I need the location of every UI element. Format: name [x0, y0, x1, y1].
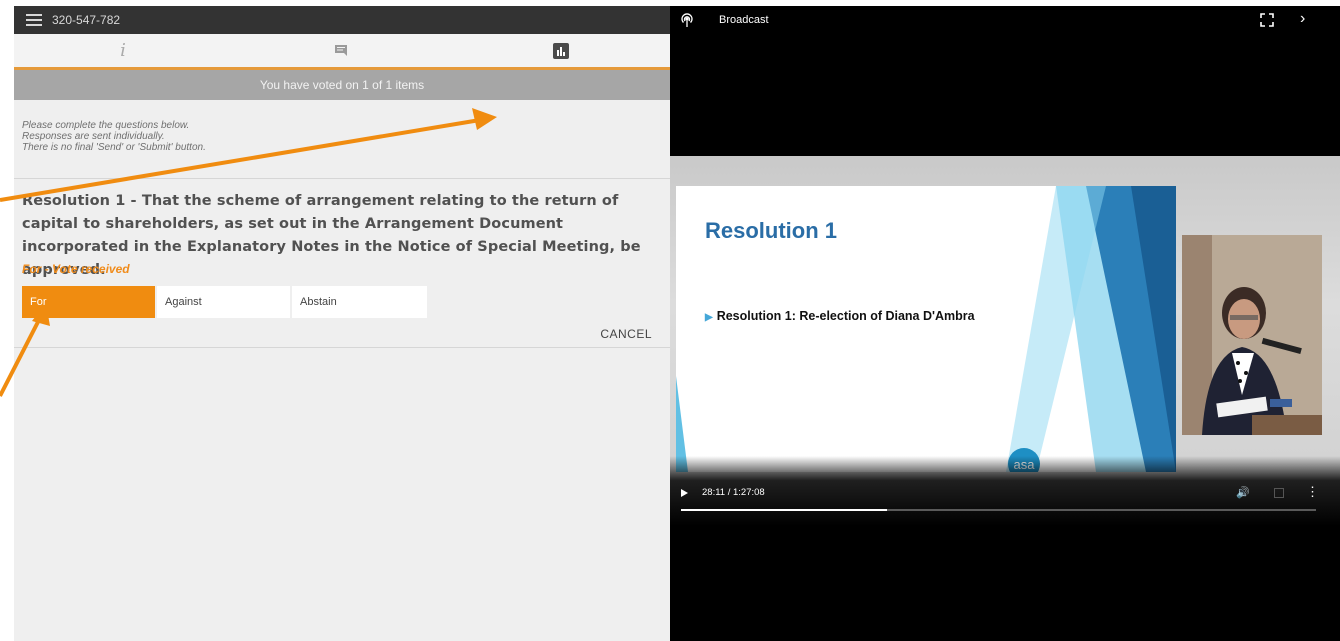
broadcast-icon — [681, 13, 693, 27]
tab-bar: i — [14, 34, 670, 70]
presentation-slide: Resolution 1 ▶ Resolution 1: Re-election … — [676, 186, 1176, 472]
top-bar: 320-547-782 — [14, 6, 670, 34]
instruction-line: Responses are sent individually. — [22, 131, 165, 142]
divider — [14, 347, 670, 348]
info-icon: i — [120, 40, 126, 61]
broadcast-header: Broadcast › — [670, 6, 1340, 34]
vote-option-for[interactable]: For — [22, 286, 157, 318]
slide-bullet: ▶ Resolution 1: Re-election of Diana D'Am… — [705, 309, 975, 323]
slide-title: Resolution 1 — [705, 218, 838, 243]
tab-questions[interactable] — [233, 34, 451, 67]
bullet-arrow-icon: ▶ — [705, 312, 713, 323]
vote-option-abstain[interactable]: Abstain — [292, 286, 427, 318]
voting-panel: 320-547-782 i You have voted on 1 of 1 i… — [14, 6, 670, 641]
instruction-line: Please complete the questions below. — [22, 120, 190, 131]
volume-icon[interactable]: 🔊 — [1236, 486, 1250, 499]
video-player[interactable]: Resolution 1 ▶ Resolution 1: Re-election … — [670, 156, 1340, 526]
menu-icon[interactable] — [26, 13, 42, 27]
fullscreen-icon[interactable] — [1274, 488, 1284, 498]
tab-voting[interactable] — [452, 34, 670, 67]
more-options-icon[interactable]: ⋮ — [1306, 484, 1319, 500]
vote-status: For - Vote received — [22, 262, 130, 276]
vote-option-against[interactable]: Against — [157, 286, 292, 318]
instructions: Please complete the questions below. Res… — [22, 120, 642, 153]
progress-fill — [681, 509, 887, 511]
speaker-video — [1182, 235, 1322, 435]
instruction-line: There is no final 'Send' or 'Submit' but… — [22, 142, 206, 153]
vote-progress-status: You have voted on 1 of 1 items — [14, 70, 670, 100]
broadcast-panel: Broadcast › Resolution 1 ▶ Resolution 1: … — [670, 6, 1340, 641]
chat-icon — [335, 44, 347, 56]
broadcast-title: Broadcast — [719, 14, 769, 26]
cancel-button[interactable]: CANCEL — [600, 327, 652, 341]
time-display: 28:11 / 1:27:08 — [702, 487, 765, 498]
tab-info[interactable]: i — [14, 34, 232, 67]
meeting-id: 320-547-782 — [52, 13, 121, 27]
play-icon[interactable] — [681, 489, 688, 497]
progress-bar[interactable] — [681, 509, 1316, 511]
chevron-right-icon[interactable]: › — [1300, 10, 1305, 28]
poll-icon — [553, 42, 569, 59]
divider — [14, 178, 670, 179]
expand-icon[interactable] — [1260, 13, 1274, 27]
vote-options: For Against Abstain — [22, 286, 427, 318]
speaker-figure — [1182, 235, 1322, 435]
slide-bullet-text: Resolution 1: Re-election of Diana D'Amb… — [716, 309, 975, 323]
